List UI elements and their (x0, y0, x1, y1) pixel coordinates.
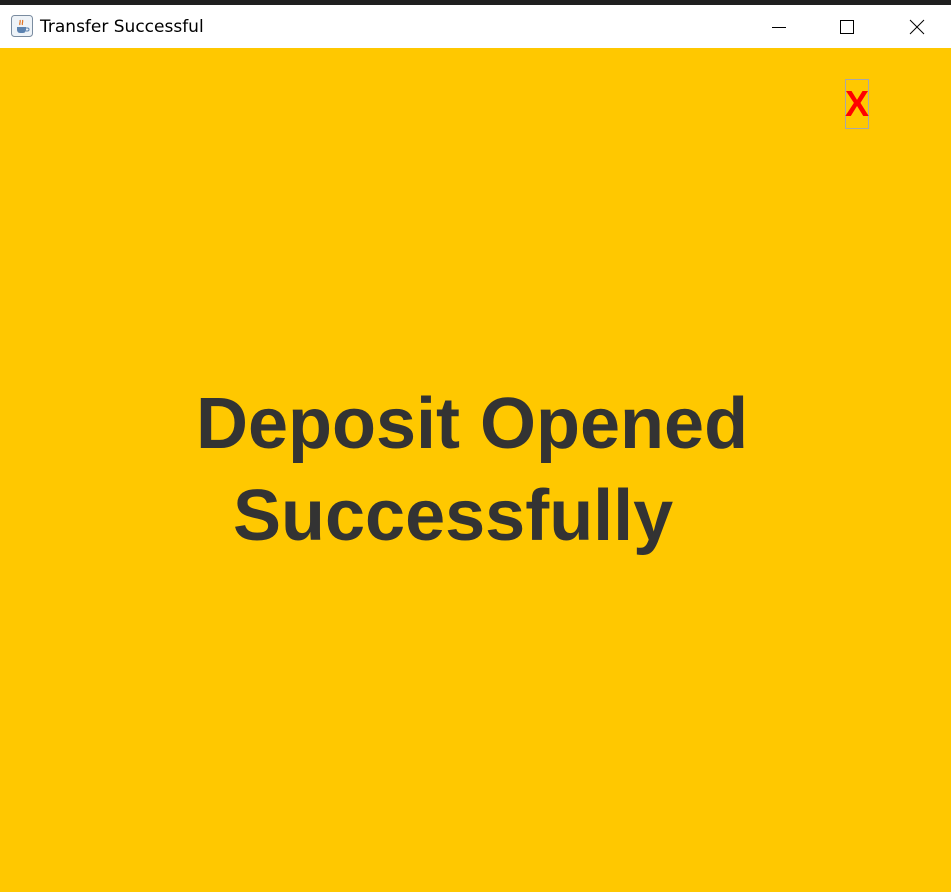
maximize-button[interactable] (812, 5, 882, 48)
window-title: Transfer Successful (40, 17, 204, 37)
minimize-button[interactable] (744, 5, 814, 48)
success-message-line-2: Successfully (233, 476, 674, 556)
dialog-content: X Deposit Opened Successfully (0, 48, 951, 892)
maximize-icon (839, 19, 855, 35)
minimize-icon (771, 19, 787, 35)
success-message-line-1: Deposit Opened (196, 384, 749, 464)
window-titlebar: Transfer Successful (0, 5, 951, 48)
close-icon (909, 19, 925, 35)
dialog-close-button[interactable]: X (845, 79, 869, 129)
java-cup-icon (11, 15, 33, 37)
window-close-button[interactable] (882, 5, 951, 48)
